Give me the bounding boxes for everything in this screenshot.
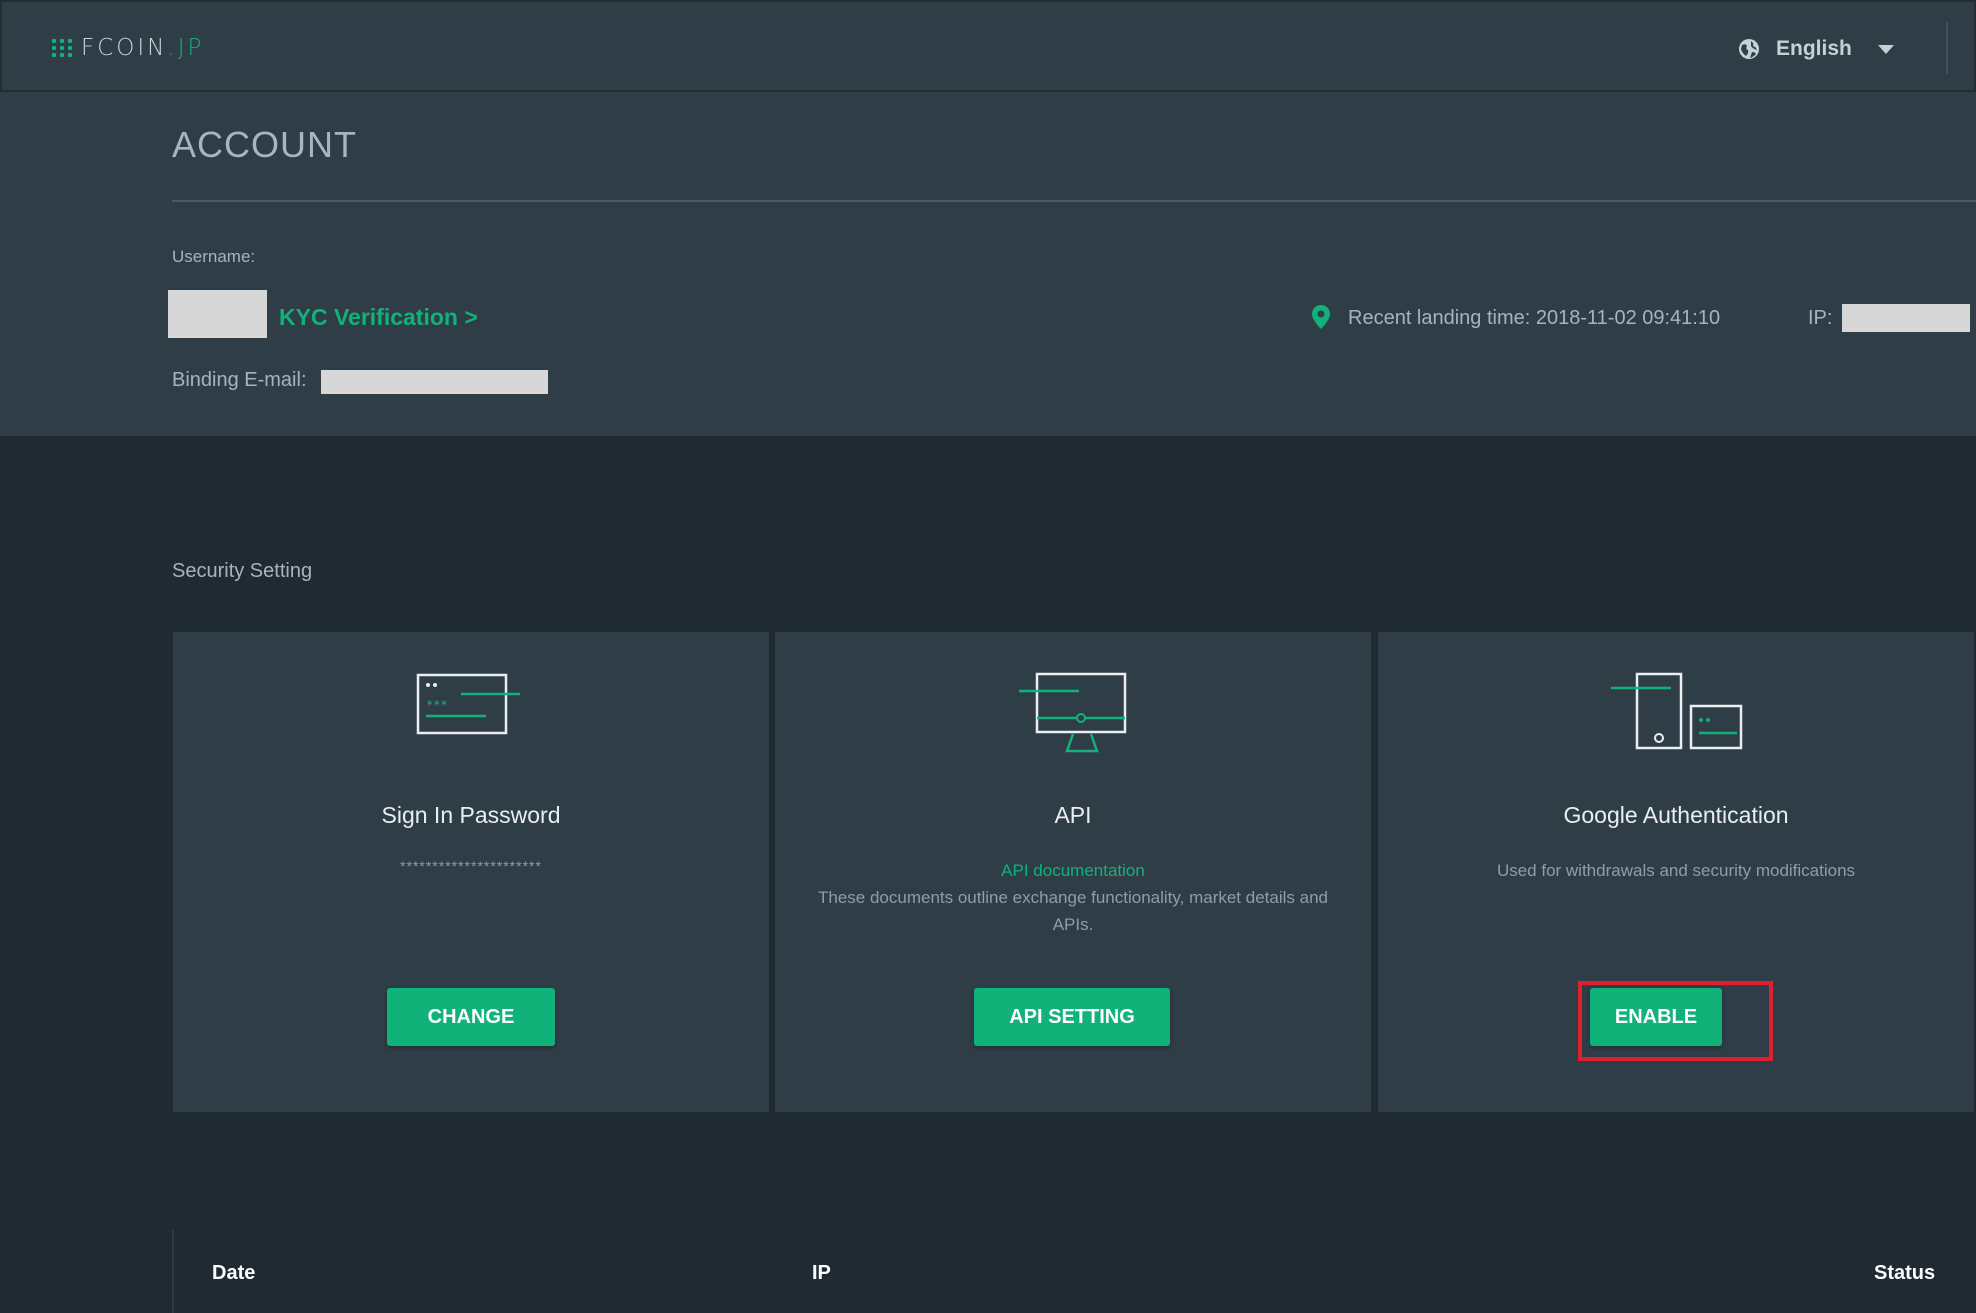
masked-password: ********************** [400,858,542,874]
login-history-table: Date IP Status [172,1230,1976,1313]
api-description: These documents outline exchange functio… [818,888,1328,934]
logo[interactable]: FCOIN.JP [52,34,204,62]
enable-google-auth-button[interactable]: ENABLE [1590,988,1722,1046]
phone-device-icon [1611,672,1743,750]
recent-landing-time: Recent landing time: 2018-11-02 09:41:10 [1348,307,1721,329]
language-selector[interactable]: English [1738,32,1894,66]
account-page: FCOIN.JP English ACCOUNT Username: KYC V… [0,0,1976,1313]
username-redacted [168,290,267,338]
card-description: Used for withdrawals and security modifi… [1496,861,1856,880]
card-title: API [1054,802,1092,828]
dot-grid-icon [52,39,73,57]
binding-email-label: Binding E-mail: [172,369,307,391]
ip-redacted [1842,304,1970,332]
api-documentation-link[interactable]: API documentation [815,857,1331,884]
svg-text:***: *** [426,698,448,712]
location-pin-icon [1312,305,1330,329]
column-header-ip: IP [812,1262,831,1284]
google-authentication-card: Google Authentication Used for withdrawa… [1378,632,1974,1112]
card-title: Sign In Password [381,802,561,828]
language-label: English [1776,37,1852,60]
globe-icon [1739,39,1759,59]
header-divider [1946,22,1948,74]
sign-in-password-card: *** Sign In Password *******************… [173,632,769,1112]
logo-text: FCOIN.JP [81,35,205,61]
security-setting-title: Security Setting [172,560,313,582]
ip-label: IP: [1808,307,1833,329]
username-label: Username: [172,247,256,266]
account-panel: ACCOUNT Username: KYC Verification > Rec… [0,92,1976,436]
password-card-icon: *** [416,673,520,735]
api-setting-button[interactable]: API SETTING [974,988,1170,1046]
column-header-status: Status [1874,1262,1936,1284]
change-password-button[interactable]: CHANGE [387,988,555,1046]
card-title: Google Authentication [1563,802,1789,828]
email-redacted [321,370,548,394]
api-card: API API documentation These documents ou… [775,632,1371,1112]
column-header-date: Date [212,1262,256,1284]
top-header: FCOIN.JP English [0,0,1976,92]
caret-down-icon [1877,44,1894,54]
page-title: ACCOUNT [172,124,357,165]
kyc-verification-link[interactable]: KYC Verification > [279,304,478,331]
card-description: API documentation These documents outlin… [815,857,1331,938]
divider [172,200,1976,202]
monitor-icon [1019,672,1127,753]
